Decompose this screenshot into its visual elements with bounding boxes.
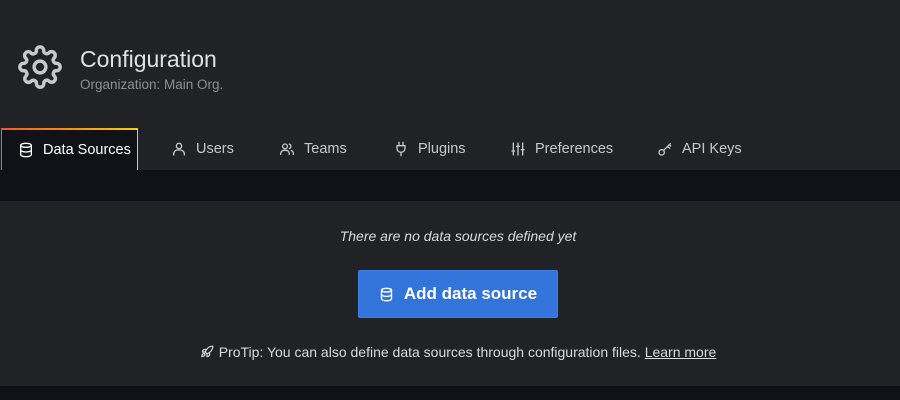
sliders-icon [510, 141, 526, 157]
page-header: Configuration Organization: Main Org. Da… [0, 0, 900, 170]
protip-text: ProTip: You can also define data sources… [218, 344, 641, 360]
tab-api-keys[interactable]: API Keys [657, 128, 742, 170]
tab-label: API Keys [682, 141, 742, 157]
rocket-icon [200, 345, 214, 359]
database-icon [18, 142, 34, 158]
empty-state-message: There are no data sources defined yet [339, 228, 577, 244]
gear-icon [18, 45, 62, 89]
tab-bar: Data Sources Users Teams Plugins Prefere… [0, 128, 900, 170]
tab-label: Users [196, 141, 234, 157]
tab-teams[interactable]: Teams [279, 128, 347, 170]
tab-label: Teams [304, 141, 347, 157]
empty-state-panel: There are no data sources defined yet Ad… [0, 201, 900, 386]
users-icon [279, 141, 295, 157]
protip: ProTip: You can also define data sources… [0, 344, 900, 360]
tab-users[interactable]: Users [171, 128, 234, 170]
tab-label: Plugins [418, 141, 466, 157]
tab-preferences[interactable]: Preferences [510, 128, 613, 170]
add-data-source-label: Add data source [403, 284, 538, 303]
page-subtitle: Organization: Main Org. [80, 77, 224, 92]
page-title: Configuration [80, 46, 217, 72]
user-icon [171, 141, 187, 157]
tab-label: Preferences [535, 141, 614, 157]
tab-data-sources[interactable]: Data Sources [1, 128, 138, 170]
tab-plugins[interactable]: Plugins [393, 128, 466, 170]
add-data-source-button[interactable]: Add data source [358, 270, 558, 318]
learn-more-link[interactable]: Learn more [645, 344, 717, 360]
configuration-page: Configuration Organization: Main Org. Da… [0, 0, 900, 400]
database-icon [379, 287, 394, 302]
key-icon [657, 141, 673, 157]
plug-icon [393, 141, 409, 157]
tab-label: Data Sources [43, 142, 131, 158]
